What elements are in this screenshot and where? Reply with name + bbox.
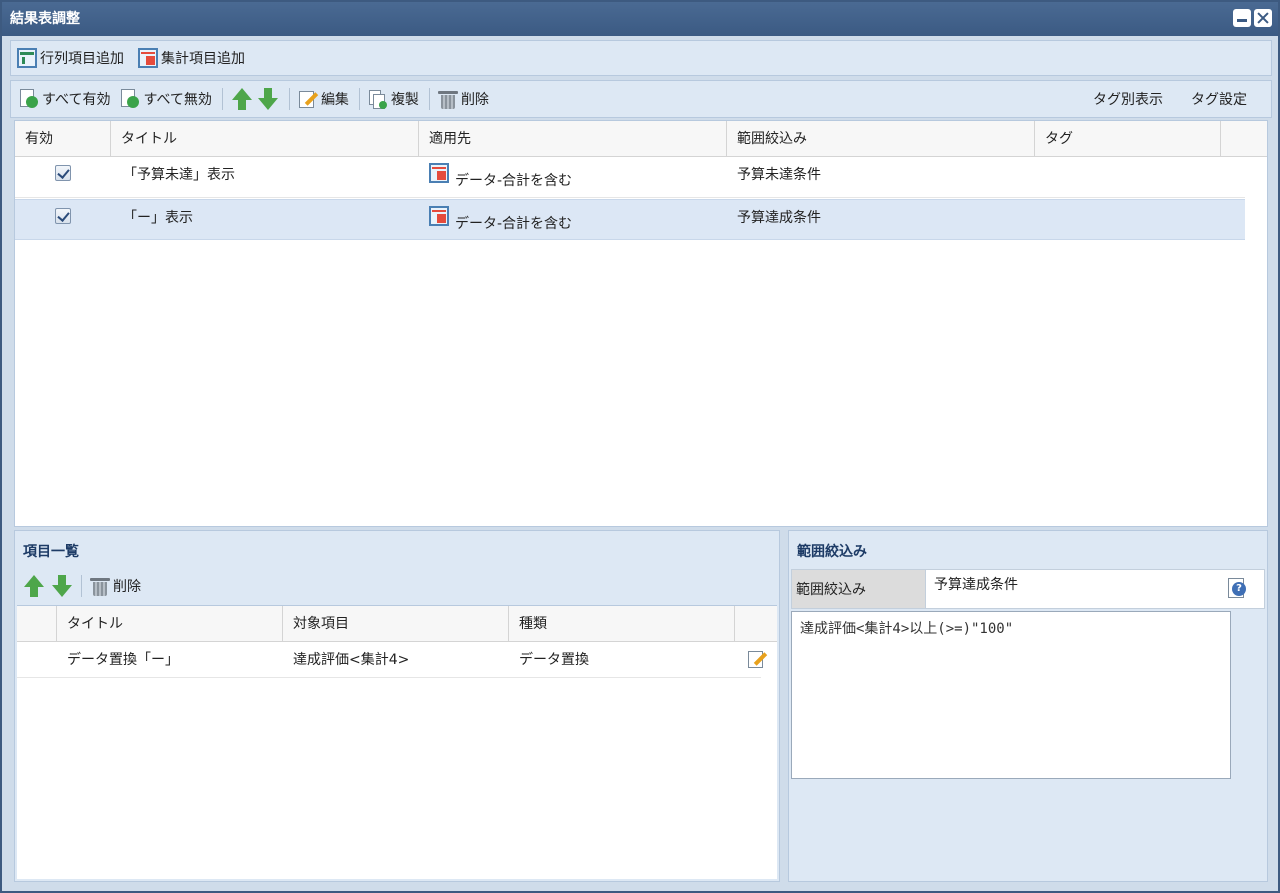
help-icon[interactable]: ? (1228, 578, 1248, 600)
duplicate-button[interactable]: 複製 (368, 89, 419, 109)
trash-icon (90, 575, 110, 597)
item-grid-header: タイトル 対象項目 種類 (17, 606, 777, 642)
column-header-tag[interactable]: タグ (1035, 121, 1221, 157)
item-list-title: 項目一覧 (23, 544, 79, 560)
enabled-checkbox[interactable] (55, 208, 71, 224)
table-grid-icon (17, 48, 37, 68)
edit-icon[interactable] (747, 649, 768, 671)
filter-field: 範囲絞込み 予算達成条件 ? (791, 569, 1265, 609)
column-header-enabled[interactable]: 有効 (15, 121, 111, 157)
rule-toolbar: すべて有効 すべて無効 編集 複製 削除 タグ別表示 タグ設定 (10, 80, 1272, 118)
item-list-toolbar: 削除 (23, 571, 141, 601)
toolbar-separator (428, 88, 430, 110)
item-type: データ置換 (519, 652, 589, 668)
column-header-target[interactable]: 適用先 (419, 121, 727, 157)
enable-all-button[interactable]: すべて有効 (19, 88, 110, 110)
rule-target: データ-合計を含む (455, 173, 573, 189)
rule-grid: 有効 タイトル 適用先 範囲絞込み タグ 「予算未達」表示 データ-合計を含む … (14, 120, 1268, 527)
rule-filter: 予算達成条件 (737, 210, 821, 226)
add-row-col-item-button[interactable]: 行列項目追加 (17, 48, 124, 68)
column-header-filter[interactable]: 範囲絞込み (727, 121, 1035, 157)
delete-button[interactable]: 削除 (437, 88, 489, 110)
rule-target: データ-合計を含む (455, 216, 573, 232)
column-header-blank (17, 606, 57, 642)
item-title: データ置換「ー」 (67, 652, 179, 668)
edit-button[interactable]: 編集 (298, 89, 349, 109)
toolbar-separator (288, 88, 290, 110)
duplicate-icon (368, 89, 388, 109)
minimize-button[interactable] (1233, 9, 1251, 27)
filter-condition-text: 達成評価<集計4>以上(>=)"100" (791, 611, 1231, 779)
arrow-up-icon (231, 87, 253, 111)
window-titlebar: 結果表調整 (2, 2, 1278, 36)
item-delete-button[interactable]: 削除 (90, 575, 141, 597)
close-button[interactable] (1254, 9, 1272, 27)
move-up-button[interactable] (231, 87, 253, 111)
rule-title: 「予算未達」表示 (123, 167, 235, 183)
filter-pane: 範囲絞込み 範囲絞込み 予算達成条件 ? 達成評価<集計4>以上(>=)"100… (788, 530, 1268, 882)
disable-check-icon (120, 88, 140, 110)
window-title: 結果表調整 (10, 11, 80, 27)
arrow-down-icon[interactable] (51, 574, 73, 598)
table-row[interactable]: データ置換「ー」 達成評価<集計4> データ置換 (17, 642, 768, 678)
trash-icon (437, 88, 458, 110)
item-list-pane: 項目一覧 削除 タイトル 対象項目 種類 データ置換「ー」 達成評価<集計4> … (14, 530, 780, 882)
column-header-title[interactable]: タイトル (111, 121, 419, 157)
filter-pane-title: 範囲絞込み (797, 544, 867, 560)
tag-view-button[interactable]: タグ別表示 (1093, 89, 1163, 109)
move-down-button[interactable] (257, 87, 279, 111)
toolbar-separator (221, 88, 223, 110)
column-header-item-title[interactable]: タイトル (57, 606, 283, 642)
rule-grid-header: 有効 タイトル 適用先 範囲絞込み タグ (15, 121, 1267, 157)
table-row[interactable]: 「予算未達」表示 データ-合計を含む 予算未達条件 (15, 157, 1245, 198)
arrow-up-icon[interactable] (23, 574, 45, 598)
summary-table-icon (429, 206, 449, 226)
filter-field-value[interactable]: 予算達成条件 (934, 570, 1018, 608)
filter-field-label: 範囲絞込み (792, 570, 926, 608)
enable-check-icon (19, 88, 39, 110)
table-row-selected[interactable]: 「ー」表示 データ-合計を含む 予算達成条件 (15, 199, 1245, 240)
toolbar-separator (81, 575, 82, 597)
item-target: 達成評価<集計4> (293, 652, 410, 668)
arrow-down-icon (257, 87, 279, 111)
column-header-item-type[interactable]: 種類 (509, 606, 735, 642)
summary-table-icon (429, 163, 449, 183)
item-grid: タイトル 対象項目 種類 データ置換「ー」 達成評価<集計4> データ置換 (17, 605, 777, 879)
edit-icon (298, 89, 319, 109)
rule-filter: 予算未達条件 (737, 167, 821, 183)
summary-table-icon (138, 48, 158, 68)
result-table-adjust-window: 結果表調整 行列項目追加 集計項目追加 すべて有効 すべて無効 編集 複製 削除… (0, 0, 1280, 893)
add-summary-item-button[interactable]: 集計項目追加 (138, 48, 245, 68)
add-item-toolbar: 行列項目追加 集計項目追加 (10, 40, 1272, 76)
disable-all-button[interactable]: すべて無効 (120, 88, 212, 110)
rule-title: 「ー」表示 (123, 210, 193, 226)
enabled-checkbox[interactable] (55, 165, 71, 181)
toolbar-separator (358, 88, 360, 110)
tag-settings-button[interactable]: タグ設定 (1191, 89, 1247, 109)
column-header-item-target[interactable]: 対象項目 (283, 606, 509, 642)
